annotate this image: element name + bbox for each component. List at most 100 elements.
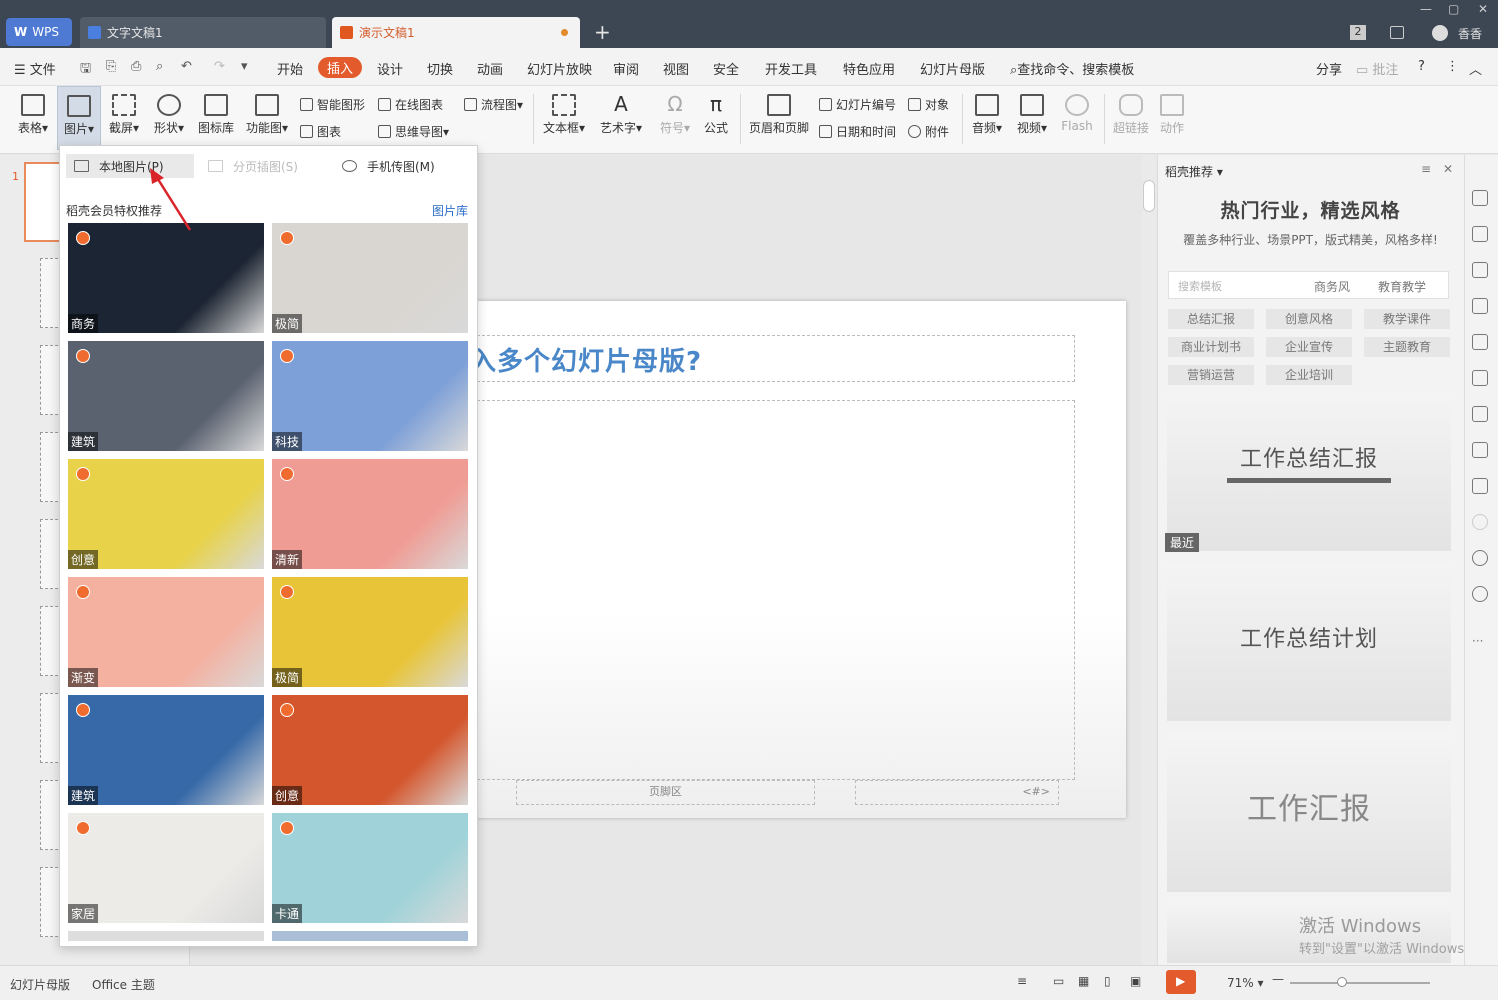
photo-tile[interactable]: 创意	[68, 459, 264, 569]
new-tab-button[interactable]: +	[594, 20, 611, 44]
shapes-icon[interactable]	[1472, 262, 1488, 278]
save-icon[interactable]: 🖫	[80, 59, 91, 81]
picture-button[interactable]: 图片▾	[57, 86, 101, 150]
more-dots-icon[interactable]: ···	[1472, 634, 1483, 648]
menu-special[interactable]: 特色应用	[843, 59, 895, 78]
video-button[interactable]: 视频▾	[1013, 86, 1051, 150]
smart-shape-button[interactable]: 智能图形	[300, 96, 365, 113]
image-edit-icon[interactable]	[1472, 478, 1488, 494]
zoom-level[interactable]: 71% ▾	[1227, 976, 1264, 990]
panel-close-icon[interactable]: ✕	[1443, 162, 1453, 176]
photo-tile[interactable]: 家居	[68, 813, 264, 923]
window-count-badge[interactable]: 2	[1350, 25, 1366, 40]
chip-creative[interactable]: 创意风格	[1266, 309, 1352, 329]
more-icon[interactable]: ⋮	[1446, 59, 1459, 74]
photo-tile[interactable]: 创意	[272, 695, 468, 805]
audio-button[interactable]: 音频▾	[968, 86, 1006, 150]
menu-animation[interactable]: 动画	[477, 59, 503, 78]
avatar[interactable]	[1432, 25, 1448, 41]
table-button[interactable]: 表格▾	[14, 86, 52, 150]
photo-tile[interactable]: 商务	[68, 223, 264, 333]
symbol-button[interactable]: Ω 符号▾	[656, 86, 694, 150]
menu-developer[interactable]: 开发工具	[765, 59, 817, 78]
template-card[interactable]: 工作总结计划	[1167, 563, 1451, 721]
template-card[interactable]: 工作汇报	[1167, 734, 1451, 892]
chip-marketing[interactable]: 营销运营	[1168, 365, 1254, 385]
menu-design[interactable]: 设计	[377, 59, 403, 78]
mind-map-button[interactable]: 思维导图 ▾	[378, 123, 449, 140]
photo-tile[interactable]: 极简	[272, 577, 468, 687]
skin-icon[interactable]	[1390, 26, 1404, 39]
formula-button[interactable]: π 公式	[700, 86, 732, 150]
photo-tile[interactable]: 建筑	[68, 695, 264, 805]
chip-business-plan[interactable]: 商业计划书	[1168, 337, 1254, 357]
date-time-button[interactable]: 日期和时间	[819, 123, 896, 140]
number-placeholder[interactable]: <#>	[855, 780, 1059, 805]
template-card[interactable]: 工作总结汇报	[1167, 393, 1451, 551]
header-footer-button[interactable]: 页眉和页脚	[747, 86, 811, 150]
wps-home-tab[interactable]: W WPS	[6, 18, 72, 46]
page-picture-option[interactable]: 分页插图(S)	[208, 154, 298, 178]
shape-button[interactable]: 形状▾	[150, 86, 188, 150]
fill-icon[interactable]	[1472, 298, 1488, 314]
help-icon[interactable]: ?	[1418, 59, 1425, 74]
wordart-button[interactable]: A 艺术字▾	[597, 86, 645, 150]
notes-icon[interactable]: ≡	[1017, 974, 1027, 988]
chip-theme-education[interactable]: 主题教育	[1364, 337, 1450, 357]
help-circle-icon[interactable]	[1472, 586, 1488, 602]
menu-review[interactable]: 审阅	[613, 59, 639, 78]
minimize-icon[interactable]: —	[1420, 2, 1432, 16]
chart-button[interactable]: 图表	[300, 123, 341, 140]
scrollbar-thumb[interactable]	[1143, 180, 1155, 212]
tab-writer-document[interactable]: 文字文稿1	[80, 17, 326, 48]
attachment-button[interactable]: 附件	[908, 123, 949, 140]
search-tag[interactable]: 商务风	[1314, 278, 1350, 295]
chip-promotion[interactable]: 企业宣传	[1266, 337, 1352, 357]
search-command[interactable]: ⌕查找命令、搜索模板	[1010, 59, 1134, 78]
screenshot-button[interactable]: 截屏▾	[106, 86, 142, 150]
photo-tile[interactable]: 渐变	[68, 577, 264, 687]
copy-style-icon[interactable]	[1472, 226, 1488, 242]
menu-view[interactable]: 视图	[663, 59, 689, 78]
master-thumbnail[interactable]	[24, 162, 64, 242]
user-name[interactable]: 香香	[1458, 25, 1482, 42]
icon-library-button[interactable]: 图标库	[196, 86, 236, 150]
comment-button[interactable]: ▭ 批注	[1356, 59, 1398, 78]
settings-sliders-icon[interactable]	[1472, 334, 1488, 350]
panel-header[interactable]: 稻壳推荐 ▾	[1165, 163, 1223, 180]
zoom-slider-thumb[interactable]	[1337, 977, 1347, 987]
menu-start[interactable]: 开始	[277, 59, 303, 78]
flowchart-button[interactable]: 流程图 ▾	[464, 96, 523, 113]
action-button[interactable]: 动作	[1156, 86, 1188, 150]
theme-label[interactable]: Office 主题	[92, 976, 155, 993]
play-slideshow-button[interactable]: ▶	[1166, 970, 1196, 994]
footer-placeholder[interactable]: 页脚区	[516, 780, 815, 805]
print-icon[interactable]: ⎙	[131, 59, 141, 74]
customize-toolbar-icon[interactable]: ▾	[241, 59, 248, 74]
hyperlink-button[interactable]: 超链接	[1110, 86, 1152, 150]
photo-tile[interactable]: 建筑	[68, 341, 264, 451]
history-icon[interactable]	[1472, 550, 1488, 566]
share-button[interactable]: 分享	[1316, 59, 1342, 78]
close-icon[interactable]: ✕	[1478, 2, 1488, 16]
tab-presentation[interactable]: 演示文稿1	[332, 17, 580, 48]
slide-title[interactable]: 入多个幻灯片母版?	[470, 341, 702, 378]
undo-icon[interactable]: ↶	[181, 59, 192, 74]
textbox-button[interactable]: 文本框▾	[540, 86, 588, 150]
redo-icon[interactable]: ↷	[214, 59, 225, 74]
menu-slide-master[interactable]: 幻灯片母版	[920, 59, 985, 78]
zoom-out-icon[interactable]: —	[1272, 972, 1284, 986]
photo-tile[interactable]: 极简	[272, 223, 468, 333]
file-menu[interactable]: ☰ 文件	[14, 59, 56, 78]
print-preview-icon[interactable]: ⌕	[156, 59, 163, 74]
function-chart-button[interactable]: 功能图▾	[244, 86, 290, 150]
menu-security[interactable]: 安全	[713, 59, 739, 78]
zoom-slider[interactable]	[1290, 982, 1430, 984]
flash-button[interactable]: Flash	[1058, 86, 1096, 150]
body-placeholder[interactable]	[477, 400, 1075, 780]
chip-training[interactable]: 企业培训	[1266, 365, 1352, 385]
normal-view-icon[interactable]: ▭	[1053, 974, 1064, 988]
reading-view-icon[interactable]: ▯	[1104, 974, 1111, 988]
collapse-ribbon-icon[interactable]: ︿	[1469, 59, 1482, 78]
image-icon[interactable]	[1472, 442, 1488, 458]
